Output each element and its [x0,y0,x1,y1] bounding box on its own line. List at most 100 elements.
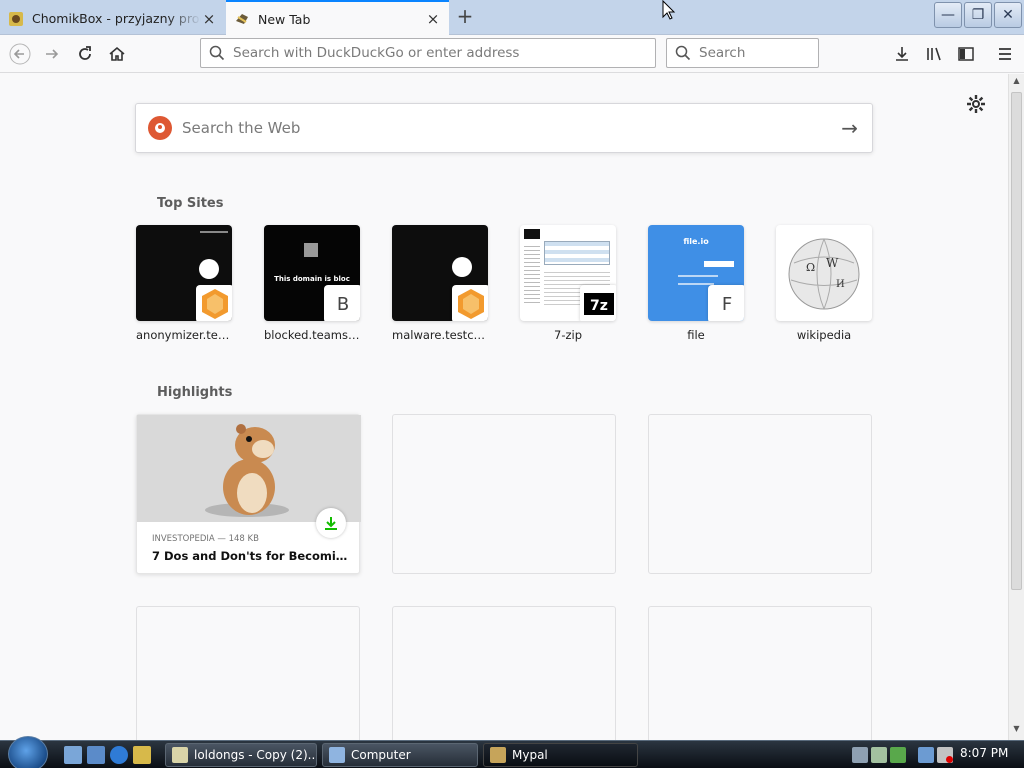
mypal-icon [234,11,250,27]
tray-app-icon[interactable] [871,747,887,763]
svg-text:И: И [836,279,845,290]
highlight-card[interactable]: INVESTOPEDIA — 148 KB 7 Dos and Don'ts f… [136,414,361,574]
new-tab-page: Search the Web → Top Sites ​ anonymizer.… [0,74,1008,766]
tab-chomikbox[interactable]: ChomikBox - przyjazny program × [0,2,225,35]
site-thumbnail: 7z [520,225,616,321]
top-site-label: 7-zip [554,328,582,342]
start-button[interactable] [8,736,48,768]
folder-icon [172,747,188,763]
task-label: Computer [351,748,411,762]
nav-bar: Search with DuckDuckGo or enter address … [0,35,1024,73]
svg-text:Ω: Ω [806,261,815,274]
site-thumbnail: ​ [136,225,232,321]
site-thumbnail [392,225,488,321]
top-site-anonymizer[interactable]: ​ anonymizer.test... [136,225,232,342]
top-site-wikipedia[interactable]: Ω W И wikipedia [776,225,872,342]
top-site-label: anonymizer.test... [136,328,232,342]
highlight-placeholder [392,414,616,574]
task-label: Mypal [512,748,548,762]
wikipedia-globe-icon: Ω W И [788,238,860,310]
reload-button[interactable] [71,40,99,68]
library-button[interactable] [920,40,948,68]
chomikbox-icon[interactable] [133,746,151,764]
site-badge-icon [196,285,232,321]
highlight-meta: INVESTOPEDIA — 148 KB [152,534,259,544]
downloads-button[interactable] [888,40,916,68]
top-site-7zip[interactable]: 7z 7-zip [520,225,616,342]
gear-icon[interactable] [966,94,986,119]
top-site-label: file [687,328,705,342]
back-button[interactable] [6,40,34,68]
site-thumbnail: file.io F [648,225,744,321]
duckduckgo-icon [148,116,172,140]
site-badge-letter: B [324,285,360,321]
scroll-down-icon[interactable]: ▼ [1009,724,1024,738]
close-icon[interactable]: × [201,10,217,28]
close-window-button[interactable]: ✕ [994,2,1022,28]
hamburger-menu-icon [999,48,1011,60]
site-badge-letter: F [708,285,744,321]
top-site-label: malware.testcat... [392,328,488,342]
web-search-input[interactable]: Search the Web → [135,103,873,153]
restore-button[interactable]: ❐ [964,2,992,28]
clock[interactable]: 8:07 PM [960,746,1008,760]
thumbnail-text: This domain is bloc [274,275,350,283]
download-icon [896,47,908,61]
address-bar[interactable]: Search with DuckDuckGo or enter address [200,38,656,68]
highlights-title: Highlights [157,385,233,400]
top-site-blocked[interactable]: This domain is bloc B blocked.teams.c... [264,225,360,342]
svg-text:W: W [826,256,839,270]
sidebar-button[interactable] [952,40,980,68]
search-icon [675,45,691,61]
thumbnail-text: file.io [683,237,709,246]
network-icon[interactable] [918,747,934,763]
volume-muted-icon[interactable] [937,747,953,763]
switch-windows-icon[interactable] [87,746,105,764]
highlight-title: 7 Dos and Don'ts for Becoming ... [152,549,352,563]
reload-icon [79,46,91,60]
taskbar-item-mypal[interactable]: Mypal [483,743,638,767]
minimize-button[interactable]: — [934,2,962,28]
top-site-file[interactable]: file.io F file [648,225,744,342]
forward-arrow-icon [46,49,59,59]
mypal-icon [490,747,506,763]
site-thumbnail: Ω W И [776,225,872,321]
vertical-scrollbar[interactable]: ▲ ▼ [1008,74,1024,740]
web-search-placeholder: Search the Web [182,119,301,137]
scroll-thumb[interactable] [1011,92,1022,590]
highlight-placeholder [648,414,872,574]
search-icon [209,45,225,61]
highlight-image [137,415,361,522]
taskbar-item-computer[interactable]: Computer [322,743,478,767]
tab-strip: ChomikBox - przyjazny program × New Tab … [0,0,1024,36]
taskbar-item-loldongs[interactable]: loldongs - Copy (2).... [165,743,317,767]
top-site-label: wikipedia [796,328,852,342]
computer-icon [329,747,345,763]
show-desktop-icon[interactable] [64,746,82,764]
forward-button[interactable] [38,40,66,68]
home-icon [109,46,125,61]
task-label: loldongs - Copy (2).... [194,748,317,762]
address-placeholder: Search with DuckDuckGo or enter address [233,45,520,61]
tab-title: New Tab [258,11,311,27]
menu-button[interactable] [991,40,1019,68]
tray-security-icon[interactable] [890,747,906,763]
top-site-malware[interactable]: malware.testcat... [392,225,488,342]
system-tray [852,744,953,766]
tab-new-tab[interactable]: New Tab × [226,0,449,36]
sidebar-icon [958,47,974,61]
arrow-right-icon[interactable]: → [841,116,858,140]
site-badge-icon [452,285,488,321]
tray-app-icon[interactable] [852,747,868,763]
window-controls: — ❐ ✕ [934,2,1022,28]
new-tab-button[interactable]: + [453,5,477,29]
close-icon[interactable]: × [425,10,441,28]
site-badge-label: 7z [583,292,615,316]
taskbar: loldongs - Copy (2).... Computer Mypal 8… [0,736,1024,768]
scroll-up-icon[interactable]: ▲ [1009,76,1024,90]
home-button[interactable] [103,40,131,68]
mouse-cursor-icon [662,0,676,24]
search-input[interactable]: Search [666,38,819,68]
top-site-label: blocked.teams.c... [264,328,360,342]
internet-explorer-icon[interactable] [110,746,128,764]
